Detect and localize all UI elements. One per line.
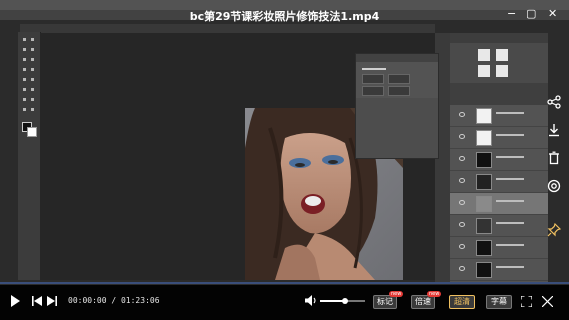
pip-icon[interactable] — [541, 295, 554, 310]
ps-dialog-body — [356, 98, 438, 158]
ps-dialog-field — [362, 74, 384, 84]
share-icon[interactable] — [546, 95, 562, 111]
ps-layer-thumb — [476, 262, 492, 278]
ps-properties-area — [450, 43, 548, 83]
ps-layer-thumb — [476, 152, 492, 168]
ps-tool-icon — [31, 88, 34, 91]
speed-button[interactable]: 倍速 — [411, 295, 435, 309]
ps-layer-name — [496, 200, 524, 202]
ps-layers-panel — [450, 33, 548, 283]
eye-icon — [459, 244, 465, 249]
ps-thumb-white — [496, 49, 508, 61]
ps-tool-icon — [23, 38, 26, 41]
ps-layer-thumb — [476, 174, 492, 190]
ps-background-color — [27, 127, 37, 137]
maximize-button[interactable]: ▢ — [526, 7, 536, 20]
delete-icon[interactable] — [546, 151, 562, 167]
ps-layer-name — [496, 156, 524, 158]
record-icon[interactable] — [546, 179, 562, 195]
eye-icon — [459, 266, 465, 271]
time-display: 00:00:00 / 01:23:06 — [68, 296, 160, 305]
ps-layer-thumb — [476, 240, 492, 256]
total-duration: 01:23:06 — [120, 296, 160, 305]
ps-layer-row — [450, 171, 548, 193]
quality-button[interactable]: 超清 — [449, 295, 475, 309]
fullscreen-icon[interactable] — [520, 295, 533, 310]
action-sidebar — [538, 85, 569, 250]
ps-layer-row — [450, 127, 548, 149]
speed-badge: new — [427, 291, 442, 297]
ps-tool-icon — [31, 68, 34, 71]
ps-layers-header — [450, 33, 548, 43]
ps-dialog-field — [388, 86, 410, 96]
ps-layer-name — [496, 178, 524, 180]
ps-dialog-titlebar — [356, 54, 438, 62]
progress-bar[interactable] — [0, 282, 569, 284]
volume-icon[interactable] — [305, 295, 317, 309]
eye-icon — [459, 178, 465, 183]
ps-tool-icon — [31, 78, 34, 81]
ps-layer-name — [496, 112, 524, 114]
video-frame-photoshop — [0, 0, 569, 320]
ps-floating-dialog — [355, 53, 439, 159]
ps-tool-icon — [23, 78, 26, 81]
eye-icon — [459, 134, 465, 139]
previous-button[interactable] — [32, 296, 42, 309]
ps-layer-name — [496, 222, 524, 224]
ps-layers-toolbar — [450, 83, 548, 105]
ps-layer-name — [496, 134, 524, 136]
ps-tool-icon — [31, 48, 34, 51]
ps-tool-icon — [31, 98, 34, 101]
ps-layer-thumb — [476, 218, 492, 234]
eye-icon — [459, 200, 465, 205]
notes-button[interactable]: 标记 — [373, 295, 397, 309]
ps-layer-row — [450, 259, 548, 281]
eye-icon — [459, 222, 465, 227]
pin-icon[interactable] — [546, 222, 562, 239]
ps-dialog-field — [362, 86, 384, 96]
eye-icon — [459, 112, 465, 117]
eye-icon — [459, 156, 465, 161]
ps-tool-icon — [23, 48, 26, 51]
ps-thumb-white — [478, 49, 490, 61]
ps-dialog-field — [388, 74, 410, 84]
ps-layer-name — [496, 244, 524, 246]
ps-dialog-label — [362, 68, 386, 70]
time-separator: / — [106, 296, 121, 305]
ps-layer-thumb — [476, 196, 492, 212]
ps-tool-icon — [23, 98, 26, 101]
ps-layer-row — [450, 237, 548, 259]
ps-layer-name — [496, 266, 524, 268]
ps-thumb-white — [496, 65, 508, 77]
volume-slider[interactable] — [320, 298, 365, 304]
ps-tool-icon — [31, 38, 34, 41]
ps-document-tab-bar — [20, 24, 435, 33]
video-title: bc第29节课彩妆照片修饰技法1.mp4 — [189, 10, 380, 23]
ps-layer-row — [450, 215, 548, 237]
ps-tool-icon — [23, 68, 26, 71]
ps-thumb-white — [478, 65, 490, 77]
ps-tool-icon — [23, 58, 26, 61]
subtitle-button[interactable]: 字幕 — [486, 295, 512, 309]
next-button[interactable] — [47, 296, 57, 309]
ps-layer-row-selected — [450, 193, 548, 215]
ps-tools-panel — [18, 32, 41, 280]
minimize-button[interactable]: − — [507, 7, 516, 20]
ps-layer-row — [450, 105, 548, 127]
ps-tool-icon — [23, 108, 26, 111]
ps-tool-icon — [31, 108, 34, 111]
ps-layer-thumb — [476, 130, 492, 146]
ps-layer-thumb — [476, 108, 492, 124]
close-button[interactable]: ✕ — [548, 7, 557, 20]
play-button[interactable] — [10, 295, 20, 310]
ps-tool-icon — [23, 88, 26, 91]
ps-layer-row — [450, 149, 548, 171]
download-icon[interactable] — [546, 123, 562, 139]
current-time: 00:00:00 — [68, 296, 107, 305]
volume-knob[interactable] — [341, 298, 348, 304]
ps-tool-icon — [31, 58, 34, 61]
notes-badge: new — [389, 291, 404, 297]
